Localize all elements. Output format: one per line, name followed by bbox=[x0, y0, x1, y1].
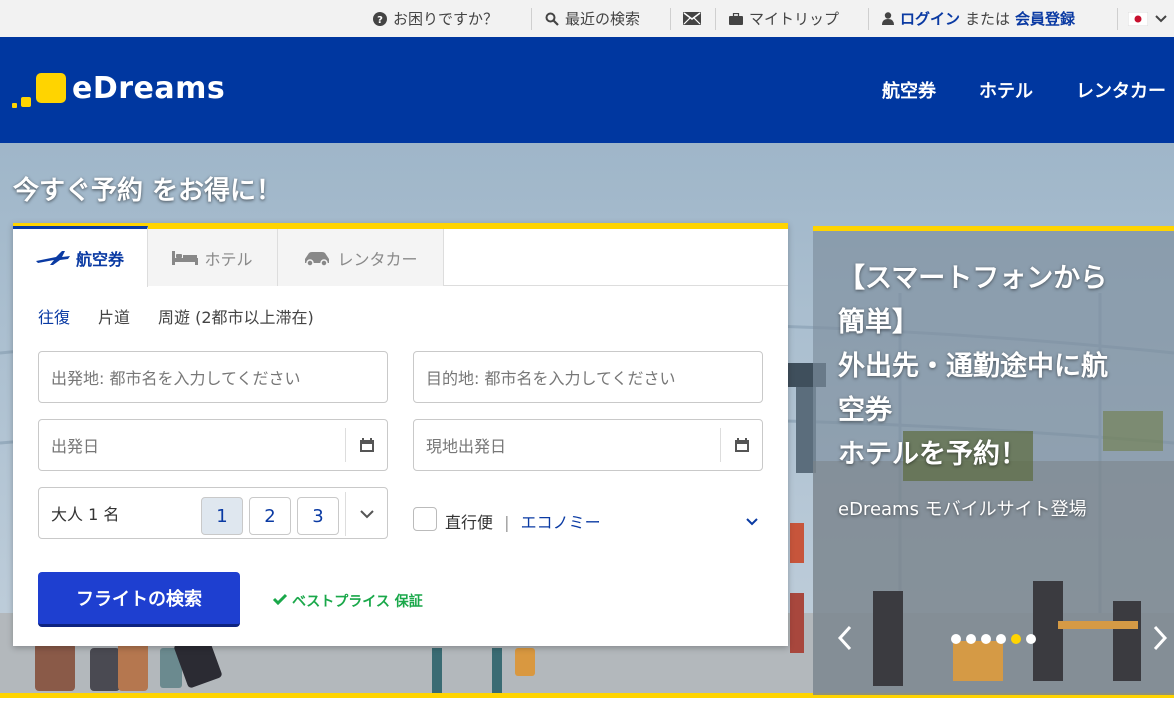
pax-option-2[interactable]: 2 bbox=[249, 497, 291, 535]
chevron-down-icon[interactable] bbox=[745, 512, 759, 531]
chevron-down-icon[interactable] bbox=[345, 492, 387, 536]
carousel-dot[interactable] bbox=[981, 634, 991, 644]
register-link[interactable]: 会員登録 bbox=[1015, 8, 1075, 29]
carousel-dots bbox=[951, 634, 1036, 644]
trip-one-way[interactable]: 片道 bbox=[98, 304, 130, 328]
tab-flights[interactable]: 航空券 bbox=[13, 226, 148, 287]
promo-headline-line: ホテルを予約！ bbox=[838, 439, 1027, 470]
return-date-input[interactable]: 現地出発日 bbox=[413, 419, 763, 471]
my-trip-label: マイトリップ bbox=[749, 10, 840, 28]
pax-option-1[interactable]: 1 bbox=[201, 497, 243, 535]
passenger-selector: 大人 1 名 1 2 3 bbox=[38, 487, 388, 539]
user-icon bbox=[882, 12, 894, 25]
tab-car-rental[interactable]: レンタカー bbox=[278, 229, 444, 286]
destination-input[interactable]: 目的地: 都市名を入力してください bbox=[413, 351, 763, 403]
tab-hotels-label: ホテル bbox=[204, 249, 253, 269]
checkmark-icon bbox=[272, 593, 288, 609]
product-tabs: 航空券 ホテル レンタカー bbox=[13, 226, 788, 287]
brand-name[interactable]: eDreams bbox=[72, 71, 225, 106]
return-date-placeholder: 現地出発日 bbox=[426, 437, 507, 456]
divider bbox=[670, 8, 671, 30]
tab-hotels[interactable]: ホテル bbox=[148, 229, 278, 286]
utility-bar: ? お困りですか？ 最近の検索 マイトリップ ログイン または 会員登録 bbox=[0, 0, 1174, 37]
carousel-dot[interactable] bbox=[1026, 634, 1036, 644]
promo-headline-line: 外出先・通勤途中に航 bbox=[838, 351, 1108, 382]
carousel-dot[interactable] bbox=[996, 634, 1006, 644]
recent-search-link[interactable]: 最近の検索 bbox=[545, 0, 640, 37]
carousel-dot[interactable] bbox=[951, 634, 961, 644]
bed-icon bbox=[172, 250, 199, 265]
help-link[interactable]: ? お困りですか？ bbox=[373, 0, 498, 37]
plane-icon bbox=[35, 251, 70, 265]
calendar-icon[interactable] bbox=[345, 428, 387, 462]
logo-icon[interactable] bbox=[12, 69, 70, 109]
hero-title: 今すぐ予約 をお得に！ bbox=[13, 176, 283, 206]
carousel-next-arrow-icon[interactable] bbox=[1148, 621, 1172, 655]
pax-option-3[interactable]: 3 bbox=[297, 497, 339, 535]
direct-flight-label[interactable]: 直行便 bbox=[445, 513, 493, 532]
promo-headline-line: 空券 bbox=[838, 395, 892, 426]
help-icon: ? bbox=[373, 11, 387, 26]
briefcase-icon bbox=[729, 12, 743, 25]
login-link[interactable]: ログイン bbox=[900, 8, 960, 29]
divider bbox=[715, 8, 716, 30]
best-price-label: ベストプライス 保証 bbox=[292, 594, 423, 610]
help-label: お困りですか？ bbox=[393, 10, 499, 28]
best-price-badge: ベストプライス 保証 bbox=[272, 591, 423, 611]
japan-flag-icon bbox=[1128, 11, 1148, 26]
nav-car-rental[interactable]: レンタカー bbox=[1076, 77, 1166, 103]
direct-flight-checkbox[interactable] bbox=[413, 507, 437, 531]
trip-multi-city[interactable]: 周遊 (2都市以上滞在) bbox=[158, 304, 314, 328]
depart-date-placeholder: 出発日 bbox=[51, 437, 100, 456]
tab-flights-label: 航空券 bbox=[75, 250, 124, 269]
search-icon bbox=[545, 12, 559, 26]
divider bbox=[868, 8, 869, 30]
promo-headline-line: 【スマートフォンから bbox=[838, 263, 1108, 294]
svg-text:?: ? bbox=[377, 15, 383, 26]
search-flights-button[interactable]: フライトの検索 bbox=[38, 572, 240, 627]
nav-flights[interactable]: 航空券 bbox=[882, 77, 936, 103]
divider bbox=[1117, 8, 1118, 30]
carousel-prev-arrow-icon[interactable] bbox=[833, 621, 857, 655]
carousel-dot[interactable] bbox=[966, 634, 976, 644]
car-icon bbox=[303, 250, 331, 266]
mail-link[interactable] bbox=[683, 0, 707, 37]
divider: | bbox=[504, 513, 510, 532]
calendar-icon[interactable] bbox=[720, 428, 762, 462]
trip-round-trip[interactable]: 往復 bbox=[38, 304, 70, 328]
adults-label: 大人 1 名 bbox=[51, 505, 120, 524]
flight-search-panel: 航空券 ホテル レンタカー 往復 片道 周遊 (2都市以上滞在) 出発地: 都市… bbox=[13, 223, 788, 646]
language-selector[interactable] bbox=[1128, 0, 1168, 37]
mail-icon bbox=[683, 12, 701, 25]
direct-flight-options: 直行便 | エコノミー bbox=[445, 509, 601, 533]
promo-subtext: eDreams モバイルサイト登場 bbox=[838, 499, 1087, 520]
nav-hotels[interactable]: ホテル bbox=[979, 77, 1033, 103]
tab-car-rental-label: レンタカー bbox=[337, 249, 418, 269]
promo-headline-line: 簡単】 bbox=[838, 307, 919, 338]
or-text: または bbox=[965, 10, 1011, 28]
my-trip-link[interactable]: マイトリップ bbox=[729, 0, 839, 37]
main-header: eDreams 航空券 ホテル レンタカー bbox=[0, 37, 1174, 143]
origin-input[interactable]: 出発地: 都市名を入力してください bbox=[38, 351, 388, 403]
chevron-down-icon bbox=[1154, 10, 1168, 28]
depart-date-input[interactable]: 出発日 bbox=[38, 419, 388, 471]
cabin-class-select[interactable]: エコノミー bbox=[521, 513, 601, 532]
promo-headline: 【スマートフォンから 簡単】 外出先・通勤途中に航 空券 ホテルを予約！ bbox=[838, 257, 1158, 477]
promo-carousel: 【スマートフォンから 簡単】 外出先・通勤途中に航 空券 ホテルを予約！ eDr… bbox=[813, 226, 1174, 695]
carousel-dot[interactable] bbox=[1011, 634, 1021, 644]
recent-search-label: 最近の検索 bbox=[565, 10, 641, 28]
divider bbox=[531, 8, 532, 30]
account-area: ログイン または 会員登録 bbox=[882, 0, 1075, 37]
